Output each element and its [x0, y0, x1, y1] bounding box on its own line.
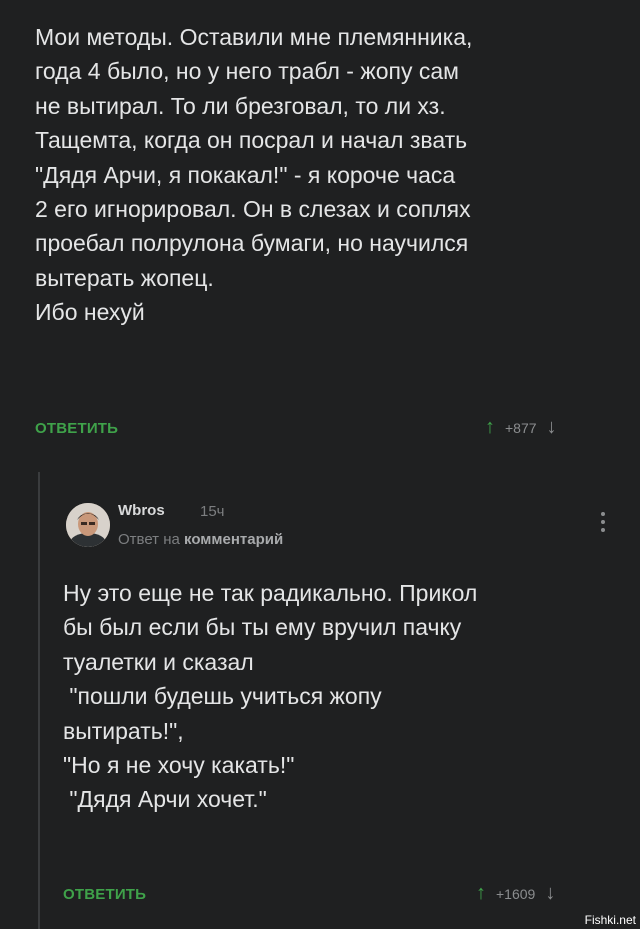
arrow-down-icon[interactable]: ↓ — [545, 882, 555, 905]
more-vertical-icon[interactable] — [601, 512, 605, 532]
comment-line: Мои методы. Оставили мне племянника, — [35, 24, 473, 50]
reply-to-info: Ответ на комментарий — [118, 531, 283, 548]
comment-rating: ↑ +877 ↓ — [485, 416, 557, 439]
comment-line: "Дядя Арчи, я покакал!" - я короче часа — [35, 161, 456, 188]
comment-line: года 4 было, но у него трабл - жопу сам — [35, 58, 459, 85]
reply-button[interactable]: ОТВЕТИТЬ — [63, 886, 146, 903]
reply-button[interactable]: ОТВЕТИТЬ — [35, 420, 118, 437]
comment-line: Тащемта, когда он посрал и начал звать — [35, 127, 468, 154]
timestamp: 15ч — [200, 503, 225, 520]
avatar[interactable] — [66, 503, 110, 547]
reply-line: туалетки и сказал — [63, 648, 254, 675]
arrow-up-icon[interactable]: ↑ — [476, 882, 486, 905]
thread-line — [38, 472, 40, 929]
comment-line: проебал полрулона бумаги, но научился — [35, 230, 469, 257]
comment-line: Ибо нехуй — [35, 299, 145, 326]
reply-line: "Дядя Арчи хочет." — [63, 786, 267, 813]
arrow-up-icon[interactable]: ↑ — [485, 416, 495, 439]
author-name[interactable]: Wbros — [118, 502, 165, 519]
comment-line: 2 его игнорировал. Он в слезах и соплях — [35, 196, 471, 223]
reply-line: "Но я не хочу какать!" — [63, 752, 295, 779]
reply-line: Ну это еще не так радикально. Прикол — [63, 580, 478, 606]
rating-count: +877 — [505, 419, 537, 436]
reply-line: вытирать!", — [63, 717, 184, 744]
reply-to-prefix: Ответ на — [118, 531, 180, 548]
reply-to-link[interactable]: комментарий — [184, 531, 283, 548]
reply-rating: ↑ +1609 ↓ — [476, 882, 555, 905]
reply-line: бы был если бы ты ему вручил пачку — [63, 614, 462, 641]
comment-text: Мои методы. Оставили мне племянника, год… — [35, 20, 625, 330]
arrow-down-icon[interactable]: ↓ — [547, 416, 557, 439]
comment-line: не вытирал. То ли брезговал, то ли хз. — [35, 92, 446, 119]
reply-line: "пошли будешь учиться жопу — [63, 683, 382, 710]
reply-text: Ну это еще не так радикально. Прикол бы … — [63, 576, 623, 817]
watermark: Fishki.net — [584, 913, 636, 927]
comment-line: вытерать жопец. — [35, 264, 214, 291]
rating-count: +1609 — [496, 885, 536, 902]
